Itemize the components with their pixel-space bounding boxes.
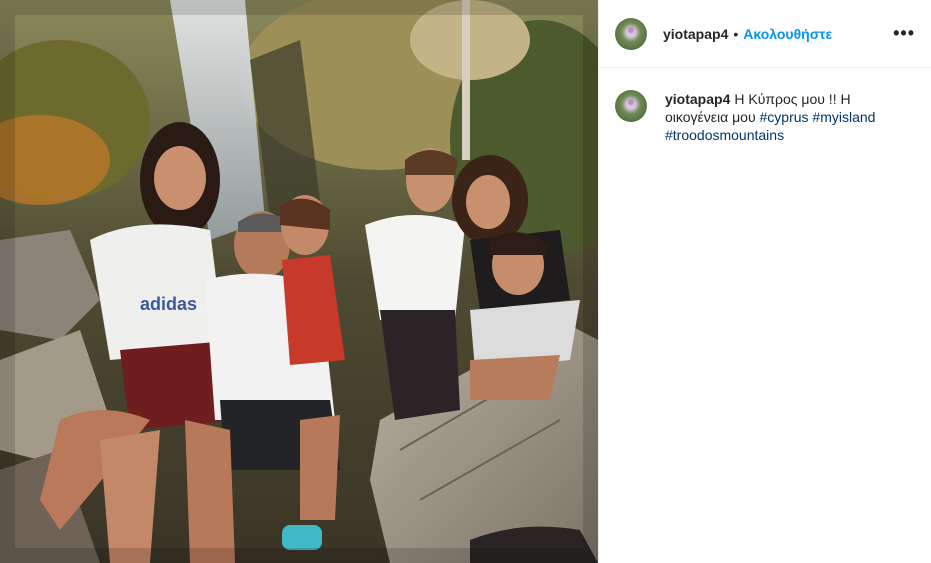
caption-username[interactable]: yiotapap4 bbox=[665, 91, 730, 107]
caption-avatar[interactable] bbox=[615, 90, 647, 122]
avatar[interactable] bbox=[615, 17, 647, 50]
hashtag-cyprus[interactable]: #cyprus bbox=[760, 109, 809, 125]
header-username[interactable]: yiotapap4 bbox=[663, 26, 728, 42]
post-caption: yiotapap4 Η Κύπρος μου !! Η οικογένεια μο… bbox=[599, 68, 931, 144]
post-header: yiotapap4 • Ακολουθήστε ••• bbox=[599, 0, 931, 68]
follow-button[interactable]: Ακολουθήστε bbox=[743, 26, 832, 42]
more-options-icon[interactable]: ••• bbox=[893, 23, 915, 44]
post-photo[interactable]: adidas bbox=[0, 0, 598, 563]
family-waterfall-photo: adidas bbox=[0, 0, 598, 563]
shirt-logo-text: adidas bbox=[140, 294, 197, 314]
caption-text: yiotapap4 Η Κύπρος μου !! Η οικογένεια μο… bbox=[665, 90, 905, 144]
hashtag-troodosmountains[interactable]: #troodosmountains bbox=[665, 127, 784, 143]
post-sidebar: yiotapap4 • Ακολουθήστε ••• yiotapap4 Η Κ… bbox=[598, 0, 931, 563]
separator-dot: • bbox=[733, 25, 739, 42]
hashtag-myisland[interactable]: #myisland bbox=[812, 109, 875, 125]
